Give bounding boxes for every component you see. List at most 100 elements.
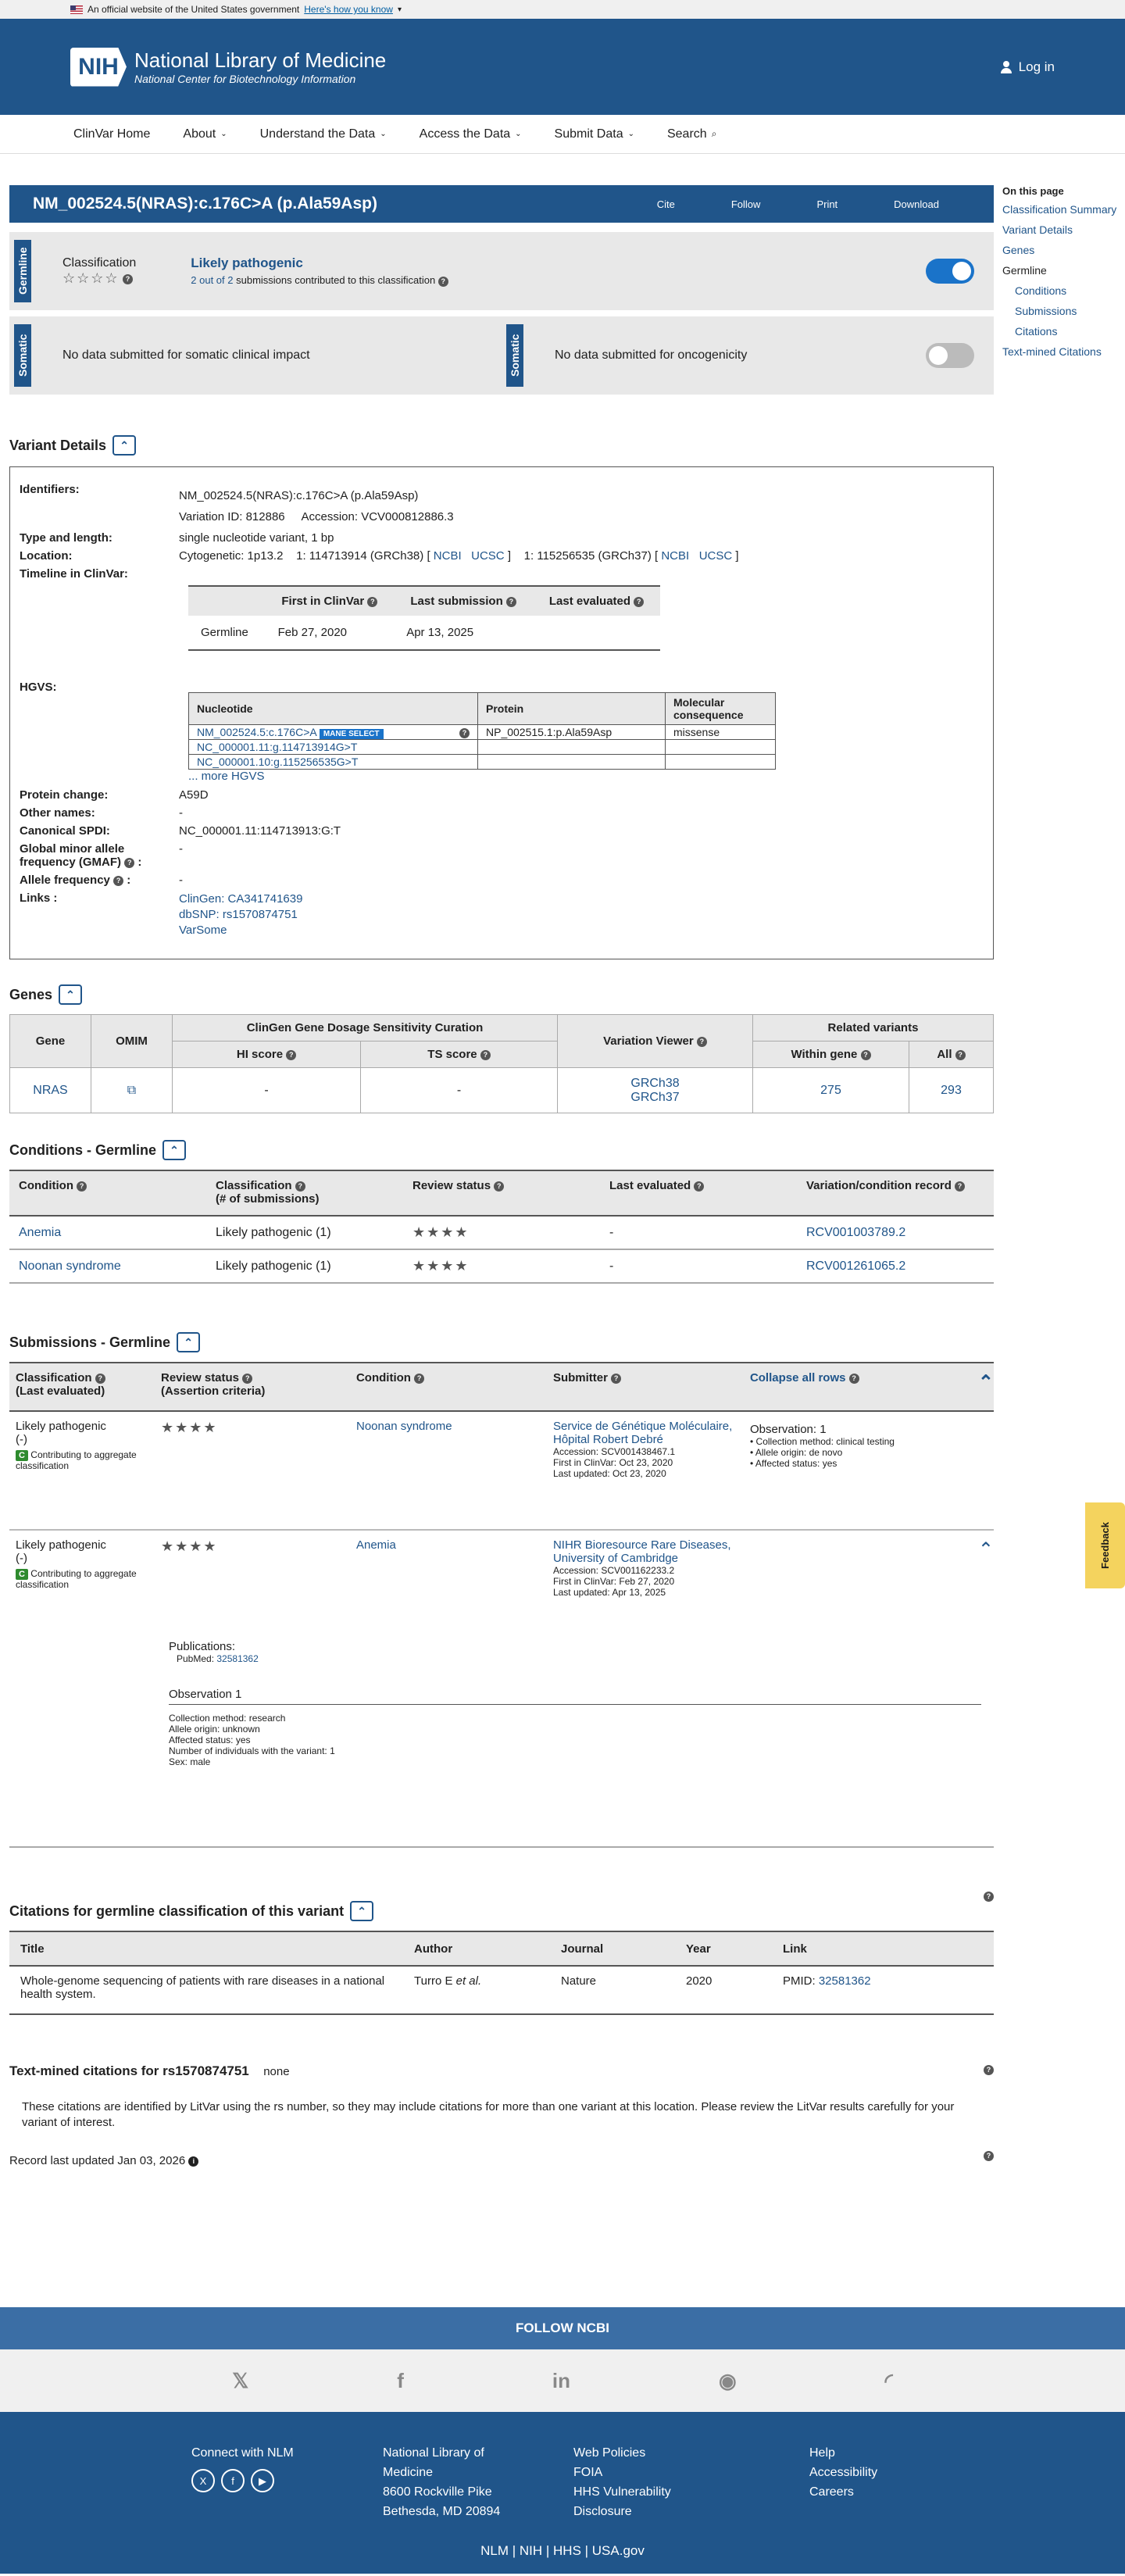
- linkedin-icon[interactable]: in: [552, 2369, 570, 2393]
- nlm-logo[interactable]: NIH National Library of Medicine Nationa…: [70, 47, 386, 87]
- toc-variant-details[interactable]: Variant Details: [1002, 223, 1073, 236]
- ncbi-link[interactable]: NCBI: [434, 549, 462, 563]
- nav-search[interactable]: Search ⌕: [667, 127, 716, 141]
- pubmed-link[interactable]: 32581362: [216, 1653, 258, 1664]
- help-icon[interactable]: ?: [984, 1892, 994, 1902]
- help-icon[interactable]: ?: [124, 857, 135, 868]
- clingen-link[interactable]: ClinGen: CA341741639: [179, 892, 302, 906]
- careers-link[interactable]: Careers: [809, 2482, 877, 2502]
- hgvs-link[interactable]: NC_000001.10:g.115256535G>T: [197, 756, 358, 768]
- help-icon[interactable]: ?: [295, 1181, 305, 1192]
- help-icon[interactable]: ?: [494, 1181, 505, 1192]
- login-button[interactable]: Log in: [1000, 59, 1055, 75]
- rcv-link[interactable]: RCV001003789.2: [806, 1226, 905, 1239]
- help-icon[interactable]: ?: [860, 1049, 871, 1060]
- grch37-viewer-link[interactable]: GRCh37: [630, 1091, 679, 1104]
- ucsc-link[interactable]: UCSC: [471, 549, 505, 563]
- web-policies-link[interactable]: Web Policies: [573, 2443, 671, 2463]
- youtube-icon[interactable]: ▶: [251, 2469, 274, 2492]
- toc-text-mined-citations[interactable]: Text-mined Citations: [1002, 345, 1102, 358]
- help-icon[interactable]: ?: [505, 596, 516, 607]
- classification-value[interactable]: Likely pathogenic: [191, 255, 448, 271]
- cite-button[interactable]: Cite: [657, 198, 675, 210]
- hhs-vulnerability-link[interactable]: HHS Vulnerability: [573, 2482, 671, 2502]
- germline-toggle[interactable]: [926, 259, 974, 284]
- footer-bottom-links[interactable]: NLM | NIH | HHS | USA.gov: [0, 2543, 1125, 2559]
- follow-button[interactable]: Follow: [731, 198, 761, 210]
- toc-submissions[interactable]: Submissions: [1015, 305, 1077, 317]
- hgvs-link[interactable]: NC_000001.11:g.114713914G>T: [197, 741, 357, 753]
- facebook-icon[interactable]: f: [221, 2469, 245, 2492]
- help-icon[interactable]: ?: [634, 596, 645, 607]
- chevron-up-icon[interactable]: ⌃: [978, 1371, 994, 1394]
- help-icon[interactable]: ?: [113, 875, 124, 886]
- download-button[interactable]: Download: [894, 198, 939, 210]
- collapse-button[interactable]: ⌃: [112, 435, 137, 456]
- foia-link[interactable]: FOIA: [573, 2463, 671, 2482]
- help-icon[interactable]: ?: [611, 1373, 622, 1384]
- submitter-link[interactable]: Service de Génétique Moléculaire, Hôpita…: [553, 1420, 732, 1446]
- dbsnp-link[interactable]: dbSNP: rs1570874751: [179, 908, 298, 921]
- help-icon[interactable]: ?: [95, 1373, 105, 1384]
- disclosure-link[interactable]: Disclosure: [573, 2502, 671, 2521]
- help-icon[interactable]: ?: [77, 1181, 88, 1192]
- github-icon[interactable]: ◉: [719, 2369, 737, 2393]
- help-icon[interactable]: ?: [367, 596, 378, 607]
- somatic-toggle[interactable]: [926, 343, 974, 368]
- pmid-link[interactable]: 32581362: [819, 1974, 871, 1988]
- submission-condition-link[interactable]: Anemia: [356, 1538, 396, 1552]
- collapse-button[interactable]: ⌃: [59, 984, 83, 1005]
- submitter-link[interactable]: NIHR Bioresource Rare Diseases, Universi…: [553, 1538, 731, 1565]
- toc-conditions[interactable]: Conditions: [1015, 284, 1066, 297]
- accessibility-link[interactable]: Accessibility: [809, 2463, 877, 2482]
- toc-citations[interactable]: Citations: [1015, 325, 1057, 338]
- submission-condition-link[interactable]: Noonan syndrome: [356, 1420, 452, 1433]
- help-icon[interactable]: ?: [955, 1049, 966, 1060]
- collapse-button[interactable]: ⌃: [177, 1332, 201, 1352]
- submission-count-link[interactable]: 2 out of 2: [191, 274, 233, 286]
- gene-link[interactable]: NRAS: [33, 1084, 67, 1097]
- nav-understand-data[interactable]: Understand the Data ⌄: [260, 127, 387, 141]
- rss-icon[interactable]: ◜: [885, 2369, 893, 2393]
- x-icon[interactable]: 𝕏: [232, 2369, 248, 2393]
- ncbi-link[interactable]: NCBI: [661, 549, 689, 563]
- chevron-down-icon[interactable]: ▾: [398, 5, 402, 14]
- nav-clinvar-home[interactable]: ClinVar Home: [73, 127, 150, 141]
- help-icon[interactable]: ?: [242, 1373, 253, 1384]
- help-icon[interactable]: ?: [984, 2065, 994, 2075]
- hgvs-link[interactable]: NM_002524.5:c.176C>A: [197, 726, 316, 738]
- help-icon[interactable]: ?: [696, 1036, 707, 1047]
- external-link-icon[interactable]: ⧉: [127, 1084, 136, 1097]
- within-gene-link[interactable]: 275: [820, 1084, 841, 1097]
- feedback-button[interactable]: Feedback: [1085, 1502, 1125, 1588]
- all-variants-link[interactable]: 293: [941, 1084, 962, 1097]
- help-icon[interactable]: ?: [123, 273, 133, 284]
- condition-link[interactable]: Noonan syndrome: [19, 1259, 121, 1273]
- print-button[interactable]: Print: [816, 198, 838, 210]
- more-hgvs-link[interactable]: ... more HGVS: [188, 770, 265, 783]
- ucsc-link[interactable]: UCSC: [699, 549, 733, 563]
- help-icon[interactable]: ?: [848, 1373, 859, 1384]
- facebook-icon[interactable]: f: [397, 2369, 404, 2393]
- collapse-button[interactable]: ⌃: [162, 1140, 187, 1160]
- collapse-button[interactable]: ⌃: [350, 1901, 374, 1921]
- help-icon[interactable]: ?: [414, 1373, 425, 1384]
- help-icon[interactable]: ?: [438, 276, 448, 287]
- nav-about[interactable]: About ⌄: [183, 127, 227, 141]
- collapse-all-rows-link[interactable]: Collapse all rows: [750, 1371, 846, 1384]
- nav-submit-data[interactable]: Submit Data ⌄: [555, 127, 634, 141]
- condition-link[interactable]: Anemia: [19, 1226, 61, 1239]
- help-icon[interactable]: ?: [286, 1049, 297, 1060]
- grch38-viewer-link[interactable]: GRCh38: [630, 1077, 679, 1090]
- help-icon[interactable]: ?: [480, 1049, 491, 1060]
- help-icon[interactable]: ?: [459, 728, 470, 738]
- toc-classification-summary[interactable]: Classification Summary: [1002, 203, 1116, 216]
- toc-genes[interactable]: Genes: [1002, 244, 1034, 256]
- varsome-link[interactable]: VarSome: [179, 924, 227, 937]
- x-icon[interactable]: X: [191, 2469, 215, 2492]
- help-icon[interactable]: ?: [984, 2151, 994, 2161]
- heres-how-link[interactable]: Here's how you know: [304, 4, 393, 15]
- info-icon[interactable]: i: [188, 2156, 199, 2167]
- rcv-link[interactable]: RCV001261065.2: [806, 1259, 905, 1273]
- help-link[interactable]: Help: [809, 2443, 877, 2463]
